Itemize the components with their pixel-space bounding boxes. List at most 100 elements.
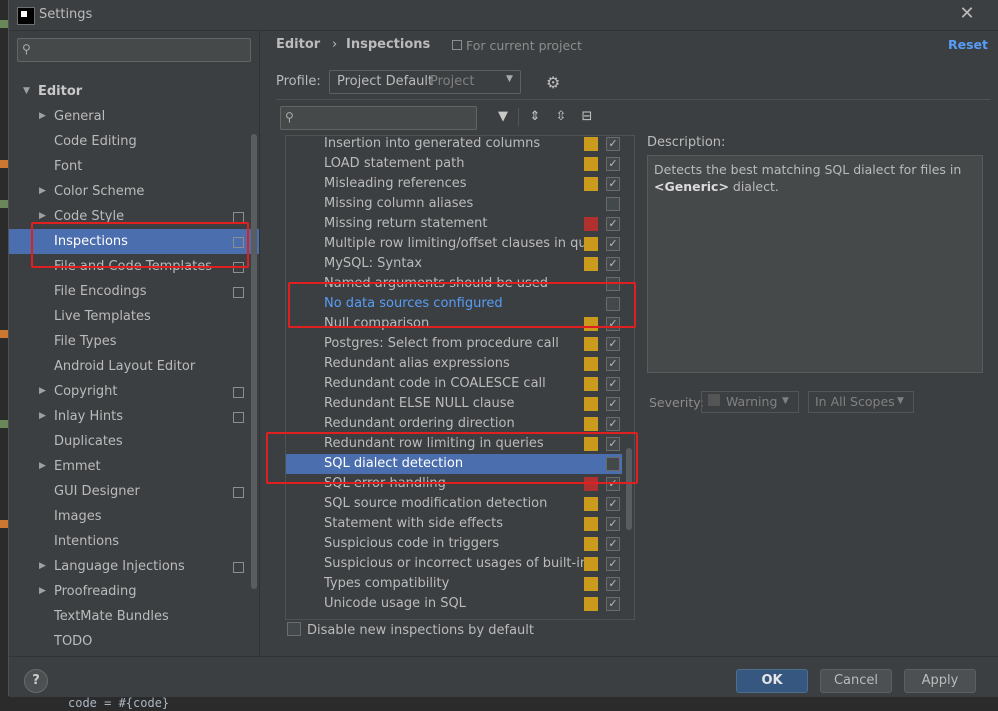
sidebar-item-textmate-bundles[interactable]: TextMate Bundles	[9, 604, 259, 629]
inspection-checkbox[interactable]: ✓	[606, 577, 620, 591]
inspection-row[interactable]: Redundant ELSE NULL clause ✓	[286, 394, 622, 414]
annotation-no-data-sources	[288, 282, 636, 328]
sidebar-item-images[interactable]: Images	[9, 504, 259, 529]
scope-dropdown[interactable]: In All Scopes ▼	[808, 391, 914, 413]
inspection-row[interactable]: Redundant code in COALESCE call ✓	[286, 374, 622, 394]
sidebar-item-language-injections[interactable]: ▶ Language Injections	[9, 554, 259, 579]
inspection-row[interactable]: Insertion into generated columns ✓	[286, 136, 622, 154]
inspection-checkbox[interactable]: ✓	[606, 517, 620, 531]
inspection-row[interactable]: Missing return statement ✓	[286, 214, 622, 234]
checkbox[interactable]	[287, 622, 301, 636]
inspection-row[interactable]: Suspicious or incorrect usages of built-…	[286, 554, 622, 574]
sidebar-item-duplicates[interactable]: Duplicates	[9, 429, 259, 454]
chevron-right-icon[interactable]: ▶	[39, 554, 46, 579]
sidebar-item-live-templates[interactable]: Live Templates	[9, 304, 259, 329]
sidebar-item-general[interactable]: ▶ General	[9, 104, 259, 129]
inspection-checkbox[interactable]	[606, 197, 620, 211]
sidebar-item-label: Inlay Hints	[54, 409, 123, 424]
inspection-row[interactable]: Multiple row limiting/offset clauses in …	[286, 234, 622, 254]
apply-button[interactable]: Apply	[904, 669, 976, 693]
inspection-row[interactable]: Missing column aliases	[286, 194, 622, 214]
inspection-row[interactable]: Postgres: Select from procedure call ✓	[286, 334, 622, 354]
inspection-checkbox[interactable]: ✓	[606, 177, 620, 191]
inspection-checkbox[interactable]: ✓	[606, 397, 620, 411]
inspection-checkbox[interactable]: ✓	[606, 417, 620, 431]
inspection-row[interactable]: Redundant ordering direction ✓	[286, 414, 622, 434]
sidebar-item-emmet[interactable]: ▶ Emmet	[9, 454, 259, 479]
inspection-checkbox[interactable]: ✓	[606, 357, 620, 371]
ok-button[interactable]: OK	[736, 669, 808, 693]
sidebar-item-proofreading[interactable]: ▶ Proofreading	[9, 579, 259, 604]
sidebar-item-intentions[interactable]: Intentions	[9, 529, 259, 554]
help-button[interactable]: ?	[24, 669, 48, 693]
sidebar-item-todo[interactable]: TODO	[9, 629, 259, 654]
reset-link[interactable]: Reset	[948, 37, 988, 52]
inspection-row[interactable]: Statement with side effects ✓	[286, 514, 622, 534]
sidebar-item-file-encodings[interactable]: File Encodings	[9, 279, 259, 304]
sidebar-item-font[interactable]: Font	[9, 154, 259, 179]
sidebar-item-color-scheme[interactable]: ▶ Color Scheme	[9, 179, 259, 204]
inspection-checkbox[interactable]: ✓	[606, 257, 620, 271]
sidebar-item-gui-designer[interactable]: GUI Designer	[9, 479, 259, 504]
chevron-right-icon[interactable]: ▶	[39, 179, 46, 204]
cancel-button[interactable]: Cancel	[820, 669, 892, 693]
reset-to-empty-icon[interactable]: ⊟	[578, 108, 596, 126]
sidebar-item-label: Images	[54, 509, 102, 524]
inspection-checkbox[interactable]: ✓	[606, 557, 620, 571]
inspection-row[interactable]: Suspicious code in triggers ✓	[286, 534, 622, 554]
expand-all-icon[interactable]: ⇕	[526, 108, 544, 126]
sidebar-item-android-layout-editor[interactable]: Android Layout Editor	[9, 354, 259, 379]
chevron-right-icon[interactable]: ▶	[39, 579, 46, 604]
sidebar-item-editor[interactable]: ▼ Editor	[9, 79, 259, 104]
chevron-down-icon[interactable]: ▼	[23, 79, 30, 104]
inspection-search-input[interactable]: ⚲	[280, 106, 477, 130]
profile-label: Profile:	[276, 74, 321, 89]
inspection-name: Suspicious or incorrect usages of built-…	[324, 556, 584, 571]
profile-dropdown[interactable]: Project Default Project ▼	[329, 70, 521, 94]
inspection-row[interactable]: Misleading references ✓	[286, 174, 622, 194]
inspection-row[interactable]: LOAD statement path ✓	[286, 154, 622, 174]
chevron-down-icon: ▼	[897, 396, 904, 406]
inspection-checkbox[interactable]: ✓	[606, 537, 620, 551]
sidebar-scrollbar[interactable]	[251, 134, 257, 589]
inspection-name: MySQL: Syntax	[324, 256, 423, 271]
sidebar-item-copyright[interactable]: ▶ Copyright	[9, 379, 259, 404]
inspection-checkbox[interactable]: ✓	[606, 157, 620, 171]
inspection-row[interactable]: SQL source modification detection ✓	[286, 494, 622, 514]
breadcrumb-editor[interactable]: Editor	[276, 37, 320, 52]
inspection-checkbox[interactable]: ✓	[606, 217, 620, 231]
close-icon[interactable]: ✕	[957, 4, 977, 24]
inspection-checkbox[interactable]: ✓	[606, 237, 620, 251]
inspection-checkbox[interactable]: ✓	[606, 137, 620, 151]
inspection-row[interactable]: Redundant alias expressions ✓	[286, 354, 622, 374]
inspection-checkbox[interactable]: ✓	[606, 497, 620, 511]
chevron-right-icon[interactable]: ▶	[39, 404, 46, 429]
severity-indicator	[584, 557, 598, 571]
inspection-row[interactable]: MySQL: Syntax ✓	[286, 254, 622, 274]
inspection-row[interactable]: Types compatibility ✓	[286, 574, 622, 594]
sidebar-item-inlay-hints[interactable]: ▶ Inlay Hints	[9, 404, 259, 429]
inspection-row[interactable]: Unicode usage in SQL ✓	[286, 594, 622, 614]
inspection-checkbox[interactable]: ✓	[606, 337, 620, 351]
chevron-right-icon[interactable]: ▶	[39, 454, 46, 479]
inspection-checkbox[interactable]: ✓	[606, 377, 620, 391]
toolbar-separator	[518, 108, 519, 126]
severity-dropdown[interactable]: Warning ▼	[701, 391, 799, 413]
gear-icon[interactable]: ⚙	[546, 73, 560, 92]
editor-background-strip	[0, 0, 8, 711]
inspection-checkbox[interactable]: ✓	[606, 597, 620, 611]
chevron-right-icon[interactable]: ▶	[39, 104, 46, 129]
sidebar-item-code-editing[interactable]: Code Editing	[9, 129, 259, 154]
sidebar-item-label: Language Injections	[54, 559, 185, 574]
project-level-icon	[233, 287, 244, 298]
settings-search-input[interactable]: ⚲	[17, 38, 251, 62]
sidebar-item-file-types[interactable]: File Types	[9, 329, 259, 354]
chevron-right-icon[interactable]: ▶	[39, 379, 46, 404]
disable-new-checkbox[interactable]: Disable new inspections by default	[287, 622, 534, 638]
project-level-icon	[233, 387, 244, 398]
severity-indicator	[584, 237, 598, 251]
filter-icon[interactable]: ▼	[494, 108, 512, 126]
search-icon: ⚲	[285, 110, 294, 124]
collapse-all-icon[interactable]: ⇳	[552, 108, 570, 126]
description-text-after: dialect.	[728, 179, 779, 194]
